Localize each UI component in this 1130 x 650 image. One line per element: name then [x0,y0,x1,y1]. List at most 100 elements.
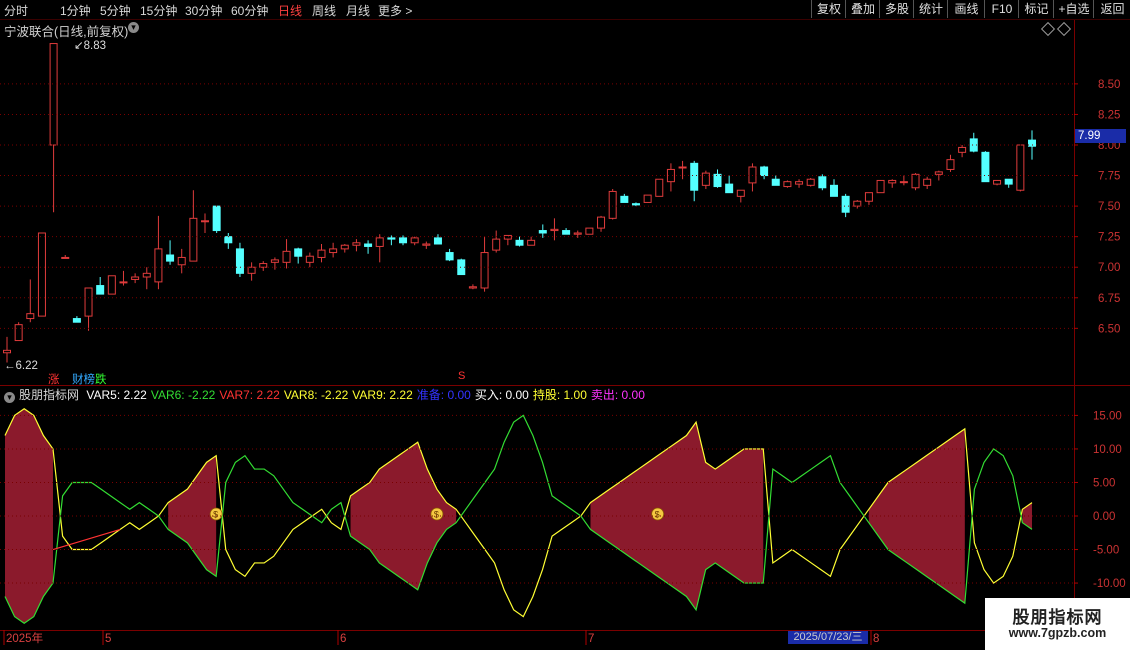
candle-body [806,178,815,186]
indicator-name: 股朋指标网 [19,388,80,402]
candle-body [946,159,955,170]
candle-body [853,200,862,207]
candle-body [189,217,198,262]
candle-body [1016,144,1025,191]
low-price-label: ←6.22 [4,360,38,372]
indicator-value: VAR6: -2.22 [150,388,216,402]
note-zhang[interactable]: 涨 [48,371,60,387]
price-tick-label: 7.00 [1098,262,1120,274]
osc-tick-label: -5.00 [1093,545,1119,557]
candle-body [620,195,629,203]
candlestick-series [3,43,1036,363]
sell-signal-marker: S [458,370,466,382]
candle-body [270,259,279,263]
watermark-title: 股朋指标网 [1012,608,1103,627]
indicator-value: VAR5: 2.22 [86,388,147,402]
money-bag-icon-glyph: $ [655,510,660,520]
candle-body [49,43,58,146]
candle-body [72,318,81,323]
candle-body [282,250,291,263]
candle-body [364,243,373,247]
candle-body [527,239,536,246]
candle-body [84,287,93,317]
candle-body [96,285,105,295]
candle-body [631,203,640,206]
candle-body [1004,178,1013,185]
candle-body [725,183,734,194]
candle-body [329,248,338,254]
kline-chart[interactable]: $ $ $ 8.508.258.007.757.507.257.006.756.50… [0,0,1130,650]
candle-body [608,190,617,219]
indicator-value: 卖出: 0.00 [590,388,645,402]
candle-body [841,195,850,213]
candle-body [911,173,920,189]
time-tick-label: 7 [588,633,594,645]
time-tick-label: 2025年 [6,631,43,645]
candle-body [468,286,477,289]
candle-body [829,184,838,197]
time-tick-label: 8 [873,633,879,645]
candle-body [760,166,769,177]
time-axis: 2025年 5 6 7 8 [3,630,879,645]
candle-body [934,171,943,175]
candle-body [317,249,326,258]
price-tick-label: 7.75 [1098,171,1120,183]
candle-body [14,324,23,342]
candle-body [515,239,524,246]
indicator-value: VAR8: -2.22 [283,388,349,402]
candle-body [585,227,594,235]
candle-body [235,248,244,274]
candle-body [212,205,221,232]
price-tick-label: 6.50 [1098,323,1120,335]
candle-body [795,181,804,185]
candle-body [107,275,116,295]
candle-body [445,252,454,261]
indicator-value: 持股: 1.00 [532,388,587,402]
candle-body [166,254,175,262]
candle-body [177,256,186,266]
candle-body [119,281,128,284]
candle-body [678,166,687,169]
candle-body [550,228,559,232]
price-axis: 8.508.258.007.757.507.257.006.756.50 [0,79,1120,335]
candle-body [131,276,140,280]
candle-body [433,237,442,245]
candle-body [492,238,501,251]
indicator-value: 准备: 0.00 [416,388,471,402]
price-tick-label: 7.25 [1098,232,1120,244]
cursor-date: 2025/07/23/三 [788,631,868,644]
candle-body [142,272,151,278]
candle-body [713,173,722,188]
candle-body [410,237,419,244]
candle-body [899,181,908,184]
money-bag-icon-glyph: $ [434,510,439,520]
candle-body [61,256,70,259]
candle-body [736,189,745,197]
candle-body [876,179,885,194]
candle-body [154,248,163,283]
money-bag-icon-glyph: $ [213,510,218,520]
osc-tick-label: -10.00 [1093,578,1126,590]
candle-body [690,162,699,191]
time-tick-label: 6 [340,633,346,645]
price-tick-label: 6.75 [1098,293,1120,305]
candle-body [387,237,396,240]
candle-body [340,244,349,250]
indicator-value: VAR7: 2.22 [219,388,280,402]
candle-body [783,181,792,188]
candle-body [3,349,11,354]
candle-body [375,237,384,247]
candle-body [597,216,606,229]
price-tick-label: 8.50 [1098,79,1120,91]
watermark: 股朋指标网 www.7gpzb.com [985,598,1130,650]
candle-body [503,234,512,240]
candle-body [457,259,466,276]
osc-tick-label: 5.00 [1093,477,1115,489]
chevron-down-icon[interactable]: ▾ [4,392,15,403]
candle-body [37,232,46,317]
candle-body [422,243,431,246]
price-tick-label: 8.25 [1098,109,1120,121]
osc-tick-label: 0.00 [1093,511,1115,523]
note-caibang[interactable]: 财榜跌 [72,371,107,387]
candle-body [993,179,1002,185]
